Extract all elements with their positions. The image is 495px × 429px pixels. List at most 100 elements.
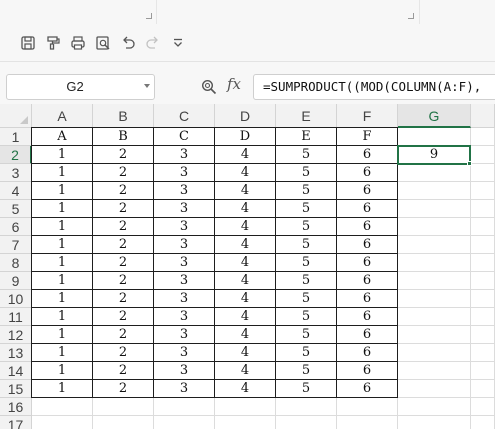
cell-f9[interactable]: 6 — [337, 272, 398, 290]
cell-b16[interactable] — [93, 398, 154, 416]
cell-c11[interactable]: 3 — [154, 308, 215, 326]
cell-f13[interactable]: 6 — [337, 344, 398, 362]
row-header-1[interactable]: 1 — [0, 128, 32, 146]
cell-d10[interactable]: 4 — [215, 290, 276, 308]
cell-f5[interactable]: 6 — [337, 200, 398, 218]
cell-c8[interactable]: 3 — [154, 254, 215, 272]
cell-b6[interactable]: 2 — [93, 218, 154, 236]
cell-d9[interactable]: 4 — [215, 272, 276, 290]
cell-g9[interactable] — [398, 272, 471, 290]
cell-f16[interactable] — [337, 398, 398, 416]
cell-d6[interactable]: 4 — [215, 218, 276, 236]
cell-f1[interactable]: F — [337, 128, 398, 146]
cell-c1[interactable]: C — [154, 128, 215, 146]
cell-d15[interactable]: 4 — [215, 380, 276, 398]
cell-g12[interactable] — [398, 326, 471, 344]
cell-b4[interactable]: 2 — [93, 182, 154, 200]
print-preview-icon[interactable] — [94, 34, 112, 52]
column-header-f[interactable]: F — [337, 104, 398, 128]
cell-b5[interactable]: 2 — [93, 200, 154, 218]
cell-e11[interactable]: 5 — [276, 308, 337, 326]
select-all-corner[interactable] — [0, 104, 32, 128]
row-header-17[interactable]: 17 — [0, 416, 32, 429]
cell-c2[interactable]: 3 — [154, 146, 215, 164]
cell-f17[interactable] — [337, 416, 398, 429]
cell-g17[interactable] — [398, 416, 471, 429]
cell-f6[interactable]: 6 — [337, 218, 398, 236]
row-header-10[interactable]: 10 — [0, 290, 32, 308]
cell-b7[interactable]: 2 — [93, 236, 154, 254]
cell-e6[interactable]: 5 — [276, 218, 337, 236]
cell-c4[interactable]: 3 — [154, 182, 215, 200]
column-header-a[interactable]: A — [32, 104, 93, 128]
cell-g5[interactable] — [398, 200, 471, 218]
cell-a3[interactable]: 1 — [32, 164, 93, 182]
cell-d12[interactable]: 4 — [215, 326, 276, 344]
cell-f12[interactable]: 6 — [337, 326, 398, 344]
cell-a15[interactable]: 1 — [32, 380, 93, 398]
cell-b2[interactable]: 2 — [93, 146, 154, 164]
row-header-4[interactable]: 4 — [0, 182, 32, 200]
cell-b3[interactable]: 2 — [93, 164, 154, 182]
row-header-12[interactable]: 12 — [0, 326, 32, 344]
cell-f10[interactable]: 6 — [337, 290, 398, 308]
zoom-icon[interactable] — [201, 79, 217, 95]
cell-f8[interactable]: 6 — [337, 254, 398, 272]
cell-f11[interactable]: 6 — [337, 308, 398, 326]
cell-b10[interactable]: 2 — [93, 290, 154, 308]
cell-a6[interactable]: 1 — [32, 218, 93, 236]
print-icon[interactable] — [69, 34, 87, 52]
cell-f3[interactable]: 6 — [337, 164, 398, 182]
cell-g8[interactable] — [398, 254, 471, 272]
cell-b15[interactable]: 2 — [93, 380, 154, 398]
cell-d8[interactable]: 4 — [215, 254, 276, 272]
cell-e13[interactable]: 5 — [276, 344, 337, 362]
row-header-16[interactable]: 16 — [0, 398, 32, 416]
cell-d17[interactable] — [215, 416, 276, 429]
cell-d2[interactable]: 4 — [215, 146, 276, 164]
row-header-3[interactable]: 3 — [0, 164, 32, 182]
cell-c14[interactable]: 3 — [154, 362, 215, 380]
chevron-down-icon[interactable] — [144, 84, 150, 88]
cell-c9[interactable]: 3 — [154, 272, 215, 290]
cell-g14[interactable] — [398, 362, 471, 380]
cell-d3[interactable]: 4 — [215, 164, 276, 182]
row-header-11[interactable]: 11 — [0, 308, 32, 326]
row-header-6[interactable]: 6 — [0, 218, 32, 236]
cell-d4[interactable]: 4 — [215, 182, 276, 200]
cell-d7[interactable]: 4 — [215, 236, 276, 254]
row-header-9[interactable]: 9 — [0, 272, 32, 290]
cell-a1[interactable]: A — [32, 128, 93, 146]
cell-b9[interactable]: 2 — [93, 272, 154, 290]
cell-e1[interactable]: E — [276, 128, 337, 146]
cell-e4[interactable]: 5 — [276, 182, 337, 200]
column-header-e[interactable]: E — [276, 104, 337, 128]
cell-d11[interactable]: 4 — [215, 308, 276, 326]
undo-icon[interactable] — [119, 34, 137, 52]
cell-a11[interactable]: 1 — [32, 308, 93, 326]
cell-e10[interactable]: 5 — [276, 290, 337, 308]
cell-a12[interactable]: 1 — [32, 326, 93, 344]
cell-b11[interactable]: 2 — [93, 308, 154, 326]
cell-b13[interactable]: 2 — [93, 344, 154, 362]
row-header-13[interactable]: 13 — [0, 344, 32, 362]
cell-d14[interactable]: 4 — [215, 362, 276, 380]
column-header-g[interactable]: G — [398, 104, 471, 128]
row-header-8[interactable]: 8 — [0, 254, 32, 272]
cell-a10[interactable]: 1 — [32, 290, 93, 308]
cell-c12[interactable]: 3 — [154, 326, 215, 344]
cell-c16[interactable] — [154, 398, 215, 416]
spreadsheet-grid[interactable]: A B C D E F G 1 2 3 4 5 6 7 8 9 10 11 12 13 14 15 16 17 A B C D E F 1 2… — [0, 104, 495, 429]
column-header-c[interactable]: C — [154, 104, 215, 128]
column-header-d[interactable]: D — [215, 104, 276, 128]
cell-g10[interactable] — [398, 290, 471, 308]
row-header-14[interactable]: 14 — [0, 362, 32, 380]
cell-a16[interactable] — [32, 398, 93, 416]
cell-d1[interactable]: D — [215, 128, 276, 146]
redo-icon[interactable] — [144, 34, 162, 52]
row-header-15[interactable]: 15 — [0, 380, 32, 398]
cell-b12[interactable]: 2 — [93, 326, 154, 344]
cell-b14[interactable]: 2 — [93, 362, 154, 380]
dialog-launcher-icon[interactable] — [408, 13, 414, 19]
insert-function-button[interactable]: fx — [227, 75, 241, 93]
